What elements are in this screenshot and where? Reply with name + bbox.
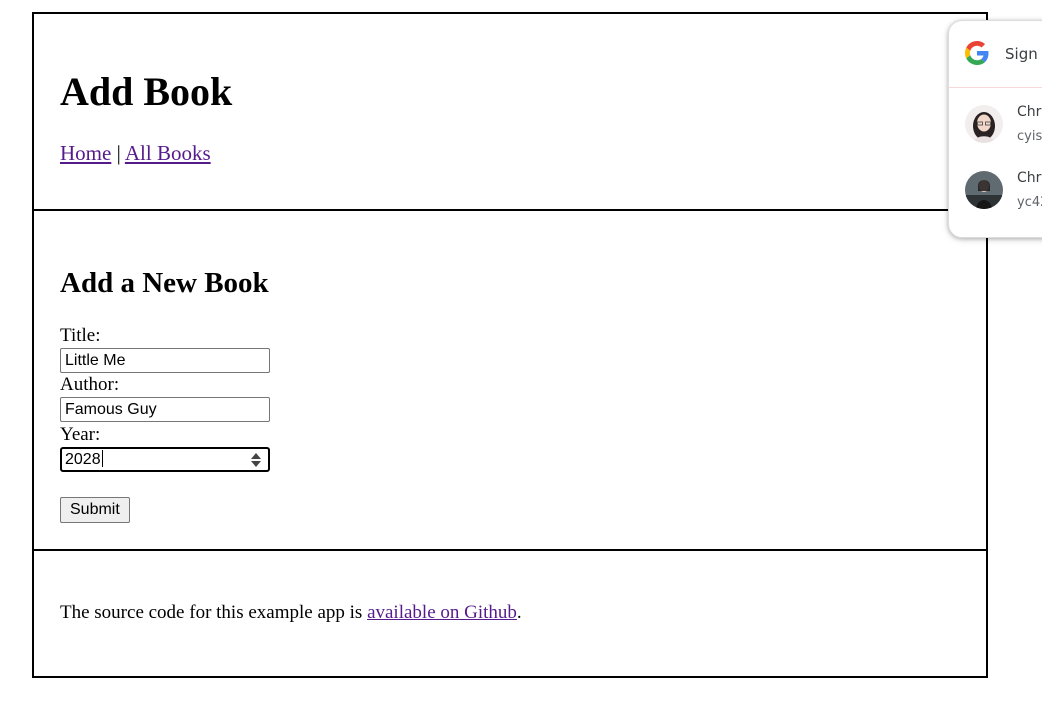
year-input[interactable]: 2028	[60, 447, 270, 472]
account-name: Chri	[1017, 104, 1042, 120]
form-title: Add a New Book	[60, 267, 269, 299]
account-email: yc42	[1017, 195, 1042, 210]
header-section: Add Book Home | All Books	[34, 14, 986, 211]
account-name: Chri	[1017, 170, 1042, 186]
text-caret	[101, 450, 103, 467]
account-email: cyis	[1017, 129, 1042, 144]
all-books-link[interactable]: All Books	[125, 141, 211, 165]
nav-separator: |	[116, 141, 121, 165]
page-frame: Add Book Home | All Books Add a New Book…	[32, 12, 988, 678]
spin-up-icon[interactable]	[251, 453, 261, 459]
account-avatar-icon	[965, 171, 1003, 209]
page-title: Add Book	[60, 69, 233, 114]
author-input[interactable]: Famous Guy	[60, 397, 270, 422]
account-item[interactable]: Chri cyis	[949, 89, 1042, 149]
footer-text-after: .	[516, 602, 522, 623]
author-label: Author:	[60, 374, 120, 395]
number-spinner[interactable]	[250, 451, 262, 469]
avatar	[965, 105, 1003, 143]
avatar	[965, 171, 1003, 209]
google-popup-title: Sign i	[1005, 45, 1042, 63]
year-input-value: 2028	[65, 451, 101, 468]
title-input-value: Little Me	[65, 352, 126, 369]
title-input[interactable]: Little Me	[60, 348, 270, 373]
title-label: Title:	[60, 325, 101, 346]
year-label: Year:	[60, 424, 101, 445]
account-avatar-icon	[965, 105, 1003, 143]
google-logo-icon	[965, 41, 989, 65]
google-popup-header: Sign i	[949, 21, 1042, 88]
nav-links: Home | All Books	[60, 141, 211, 165]
submit-button[interactable]: Submit	[60, 497, 130, 523]
account-item[interactable]: Chri yc42	[949, 155, 1042, 215]
author-input-value: Famous Guy	[65, 401, 157, 418]
github-link[interactable]: available on Github	[367, 602, 517, 623]
spin-down-icon[interactable]	[251, 461, 261, 467]
footer-text: The source code for this example app is …	[60, 602, 522, 624]
footer-section: The source code for this example app is …	[34, 551, 986, 676]
home-link[interactable]: Home	[60, 141, 111, 165]
footer-text-before: The source code for this example app is	[60, 602, 368, 623]
add-book-form-section: Add a New Book Title: Little Me Author: …	[34, 211, 986, 551]
google-sign-in-popup: Sign i Chri cyis Chri y	[948, 20, 1042, 238]
